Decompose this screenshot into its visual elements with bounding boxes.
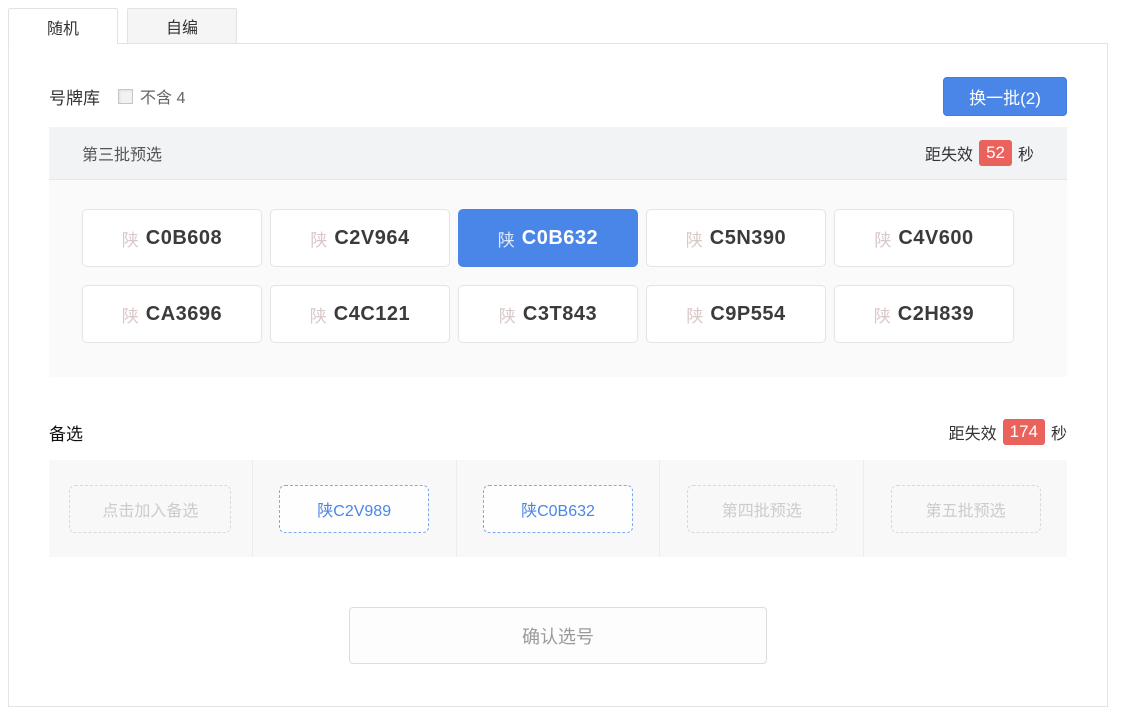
- countdown-suffix: 秒: [1050, 426, 1067, 443]
- batch-header: 第三批预选 距失效 52 秒: [49, 127, 1067, 180]
- plate-code: C3T843: [522, 302, 598, 325]
- plate-province: 陕: [498, 306, 516, 326]
- plate-province: 陕: [874, 230, 892, 250]
- plate-code: C9P554: [710, 302, 786, 325]
- exclude-4-label[interactable]: 不含 4: [140, 84, 185, 108]
- plate-option[interactable]: 陕 C0B632: [458, 209, 638, 267]
- alternative-slot-5[interactable]: 第五批预选: [890, 484, 1041, 533]
- tab-bar: 随机 自编: [0, 0, 1126, 44]
- alternative-slot-3[interactable]: 陕C0B632: [482, 484, 633, 533]
- countdown-prefix: 距失效: [948, 426, 997, 443]
- plate-option[interactable]: 陕 C5N390: [646, 209, 826, 267]
- tab-random[interactable]: 随机: [8, 8, 118, 44]
- alternative-cell: 陕C2V989: [253, 460, 457, 557]
- alternative-cell: 第五批预选: [864, 460, 1067, 557]
- plate-province: 陕: [309, 306, 327, 326]
- plate-province: 陕: [685, 230, 703, 250]
- main-panel: 号牌库 不含 4 换一批(2) 第三批预选 距失效 52 秒 陕 C0B608 陕 C…: [8, 43, 1108, 707]
- alternatives-titlebar: 备选 距失效 174 秒: [49, 419, 1067, 445]
- alternative-cell: 点击加入备选: [49, 460, 253, 557]
- plate-code: C0B632: [521, 226, 599, 249]
- plate-code: C2V964: [334, 226, 410, 249]
- plate-option[interactable]: 陕 C0B608: [82, 209, 262, 267]
- plate-province: 陕: [686, 306, 704, 326]
- exclude-4-checkbox[interactable]: [118, 88, 133, 104]
- countdown-seconds-badge: 174: [1002, 419, 1045, 445]
- plate-province: 陕: [121, 230, 139, 250]
- countdown-suffix: 秒: [1017, 147, 1034, 164]
- plate-province: 陕: [310, 230, 328, 250]
- plate-code: C4C121: [333, 302, 411, 325]
- plate-code: C0B608: [145, 226, 223, 249]
- plate-option[interactable]: 陕 C9P554: [646, 285, 826, 343]
- plate-code: C5N390: [709, 226, 787, 249]
- alternative-slot-1[interactable]: 点击加入备选: [69, 484, 232, 533]
- countdown-prefix: 距失效: [925, 147, 974, 164]
- plate-code: CA3696: [145, 302, 223, 325]
- plate-option[interactable]: 陕 CA3696: [82, 285, 262, 343]
- batch-section: 第三批预选 距失效 52 秒 陕 C0B608 陕 C2V964 陕 C0B632 陕 C5N…: [49, 127, 1067, 377]
- plate-grid: 陕 C0B608 陕 C2V964 陕 C0B632 陕 C5N390 陕 C4V600 陕 CA36…: [49, 180, 1067, 377]
- alternatives-title: 备选: [49, 424, 83, 444]
- toolbar: 号牌库 不含 4 换一批(2): [49, 76, 1067, 116]
- countdown-seconds-badge: 52: [979, 140, 1012, 166]
- alternatives-countdown: 距失效 174 秒: [949, 419, 1067, 445]
- plate-option[interactable]: 陕 C3T843: [458, 285, 638, 343]
- plate-province: 陕: [873, 306, 891, 326]
- batch-countdown: 距失效 52 秒: [925, 140, 1034, 166]
- change-batch-button[interactable]: 换一批(2): [943, 76, 1067, 116]
- confirm-selection-button[interactable]: 确认选号: [349, 607, 767, 664]
- plate-province: 陕: [497, 230, 515, 250]
- alternatives-strip: 点击加入备选 陕C2V989 陕C0B632 第四批预选 第五批预选: [49, 460, 1067, 557]
- plate-province: 陕: [121, 306, 139, 326]
- plate-code: C2H839: [897, 302, 975, 325]
- alternative-slot-4[interactable]: 第四批预选: [686, 484, 837, 533]
- plate-code: C4V600: [898, 226, 974, 249]
- library-controls: 号牌库 不含 4: [49, 84, 185, 109]
- alternative-slot-2[interactable]: 陕C2V989: [279, 484, 430, 533]
- library-label: 号牌库: [49, 88, 100, 108]
- plate-option[interactable]: 陕 C2H839: [834, 285, 1014, 343]
- plate-option[interactable]: 陕 C2V964: [270, 209, 450, 267]
- plate-option[interactable]: 陕 C4C121: [270, 285, 450, 343]
- batch-title: 第三批预选: [82, 147, 163, 164]
- alternative-cell: 陕C0B632: [457, 460, 661, 557]
- tab-custom[interactable]: 自编: [127, 8, 237, 43]
- alternative-cell: 第四批预选: [660, 460, 865, 557]
- plate-option[interactable]: 陕 C4V600: [834, 209, 1014, 267]
